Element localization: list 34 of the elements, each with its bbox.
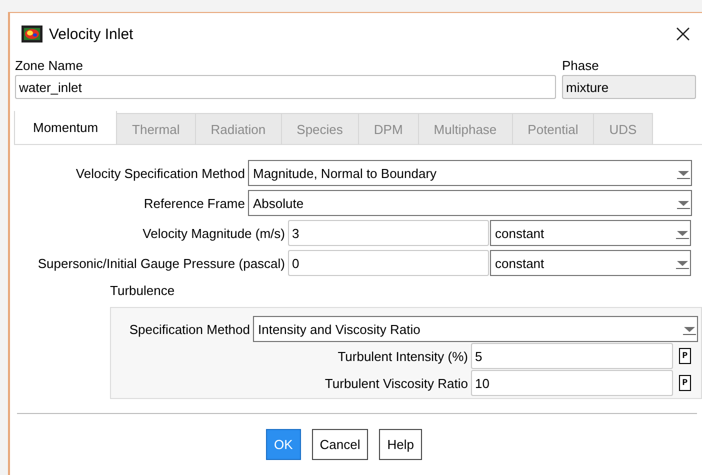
parameter-button[interactable]: P — [679, 348, 691, 364]
dropdown[interactable]: Magnitude, Normal to Boundary — [248, 160, 692, 186]
field-label: Zone Name — [15, 57, 84, 75]
window-title: Velocity Inlet — [49, 26, 134, 42]
section-label: Turbulence — [110, 283, 176, 300]
input-field[interactable]: 0 — [288, 250, 489, 276]
input-field[interactable]: 5 — [471, 343, 673, 369]
dropdown[interactable]: constant — [490, 250, 691, 276]
field-label: Specification Method — [128, 322, 251, 336]
field-label: Supersonic/Initial Gauge Pressure (pascal) — [36, 256, 286, 270]
app-icon — [21, 25, 43, 43]
dialog-button[interactable]: Help — [379, 429, 422, 460]
field-label: Turbulent Intensity (%) — [336, 348, 469, 364]
dropdown-arrow-icon — [683, 326, 696, 335]
tab[interactable]: Momentum — [14, 111, 118, 144]
field-label: Velocity Magnitude (m/s) — [142, 226, 286, 240]
parameter-button[interactable]: P — [679, 375, 691, 391]
input-field[interactable]: water_inlet — [15, 75, 556, 99]
input-field[interactable]: 3 — [288, 220, 489, 246]
dropdown-arrow-icon — [676, 230, 689, 239]
dialog-button[interactable]: Cancel — [312, 429, 368, 460]
input-field[interactable]: 10 — [471, 370, 673, 396]
dropdown[interactable]: constant — [490, 220, 691, 246]
field-label: Reference Frame — [142, 196, 246, 210]
input-field: mixture — [562, 75, 696, 99]
field-label: Turbulent Viscosity Ratio — [324, 376, 469, 390]
field-label: Phase — [562, 57, 600, 75]
dropdown-arrow-icon — [677, 170, 690, 179]
dropdown[interactable]: Absolute — [248, 190, 692, 216]
field-label: Velocity Specification Method — [74, 166, 246, 180]
dropdown-arrow-icon — [676, 260, 689, 269]
close-icon[interactable] — [676, 27, 690, 41]
dropdown[interactable]: Intensity and Viscosity Ratio — [253, 316, 698, 342]
dropdown-arrow-icon — [677, 200, 690, 209]
